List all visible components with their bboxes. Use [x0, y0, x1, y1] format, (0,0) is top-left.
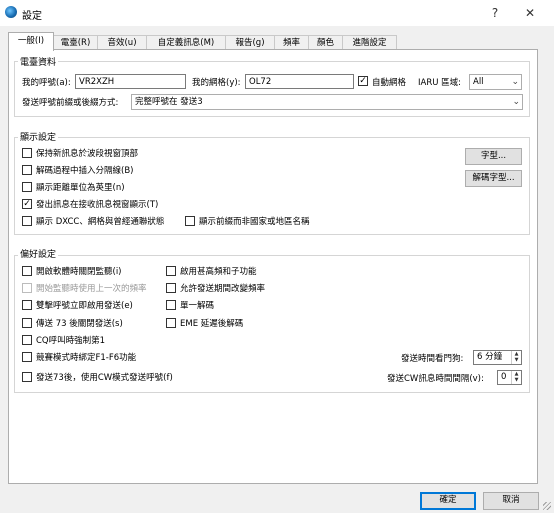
checkbox-last-freq [22, 283, 32, 293]
watchdog-spinbox[interactable]: 6 分鐘 ▲ ▼ [473, 350, 522, 365]
cw-id-label: 發送73後，使用CW模式發送呼號(f) [36, 373, 173, 383]
checkbox-eme-delay[interactable] [166, 318, 176, 328]
decode-font-button[interactable]: 解碼字型... [465, 170, 522, 187]
eme-delay-label: EME 延遲後解碼 [180, 319, 244, 329]
contest-keys-label: 競賽模式時綁定F1-F6功能 [36, 353, 137, 363]
tab-tx-macros[interactable]: 自定義訊息(M) [146, 35, 226, 50]
cancel-button[interactable]: 取消 [483, 492, 539, 510]
tab-frequencies[interactable]: 頻率 [274, 35, 309, 50]
app-globe-icon [5, 6, 17, 18]
chevron-down-icon: ⌄ [511, 77, 519, 87]
allow-qsy-label: 允許發送期間改變頻率 [180, 284, 266, 294]
checkbox-tx-messages[interactable]: ✓ [22, 199, 32, 209]
checkbox-allow-qsy[interactable] [166, 283, 176, 293]
callsign-input[interactable]: VR2XZH [75, 74, 186, 89]
title-bar: 設定 ? ✕ [0, 0, 554, 26]
last-freq-label: 開始監聽時使用上一次的頻率 [36, 284, 147, 294]
checkbox-double-click[interactable] [22, 300, 32, 310]
ok-button[interactable]: 確定 [420, 492, 476, 510]
tab-audio[interactable]: 音效(u) [97, 35, 147, 50]
auto-grid-checkbox[interactable]: ✓ [358, 76, 368, 86]
prefix-value: 完整呼號在 發送3 [135, 97, 203, 107]
checkbox-keep-top[interactable] [22, 148, 32, 158]
checkbox-disable-73[interactable] [22, 318, 32, 328]
tab-colors[interactable]: 顏色 [308, 35, 343, 50]
double-click-label: 雙擊呼號立即啟用發送(e) [36, 301, 133, 311]
checkbox-dxcc[interactable] [22, 216, 32, 226]
resize-grip-icon[interactable] [543, 502, 551, 510]
checkbox-single-decode[interactable] [166, 300, 176, 310]
window-title: 設定 [22, 11, 42, 22]
grid-label: 我的網格(y): [192, 78, 241, 88]
auto-grid-label: 自動網格 [372, 78, 407, 88]
station-group-title: 電臺資料 [18, 55, 59, 68]
close-button[interactable]: ✕ [520, 3, 540, 23]
watchdog-label: 發送時間看門狗: [401, 354, 464, 364]
spin-arrows-icon[interactable]: ▲ ▼ [511, 351, 521, 364]
prefix-select[interactable]: 完整呼號在 發送3 ⌄ [131, 94, 523, 110]
iaru-label: IARU 區域: [418, 78, 462, 88]
miles-label: 顯示距離單位為英里(n) [36, 183, 125, 193]
dxcc-label: 顯示 DXCC、網格與曾經通聯狀態 [36, 217, 165, 227]
monitor-off-label: 開啟軟體時關閉監聽(i) [36, 267, 122, 277]
checkbox-vhf[interactable] [166, 266, 176, 276]
tab-advanced[interactable]: 進階設定 [342, 35, 397, 50]
cw-interval-label: 發送CW訊息時間間隔(v): [387, 374, 484, 384]
cq-first-label: CQ呼叫時強制第1 [36, 336, 106, 346]
prefs-group-title: 偏好設定 [18, 247, 59, 260]
vhf-label: 啟用甚高頻和子功能 [180, 267, 257, 277]
tab-general[interactable]: 一般(I) [8, 32, 54, 51]
prefix-label: 發送呼號前綴或後綴方式: [22, 98, 119, 108]
grid-input[interactable]: OL72 [245, 74, 354, 89]
iaru-value: All [473, 77, 484, 87]
spin-arrows-icon[interactable]: ▲ ▼ [511, 371, 521, 384]
prefix-display-label: 顯示前綴而非國家或地區名稱 [199, 217, 310, 227]
keep-top-label: 保持新訊息於波段視窗頂部 [36, 149, 139, 159]
watchdog-value: 6 分鐘 [477, 352, 503, 362]
cw-interval-spinbox[interactable]: 0 ▲ ▼ [497, 370, 522, 385]
tab-reporting[interactable]: 報告(g) [225, 35, 275, 50]
checkbox-cw-id[interactable] [22, 372, 32, 382]
chevron-down-icon: ⌄ [512, 97, 520, 107]
display-group-title: 顯示設定 [18, 130, 59, 143]
checkbox-contest-keys[interactable] [22, 352, 32, 362]
cw-interval-value: 0 [501, 372, 507, 382]
checkbox-miles[interactable] [22, 182, 32, 192]
checkbox-monitor-off[interactable] [22, 266, 32, 276]
disable-73-label: 傳送 73 後關閉發送(s) [36, 319, 123, 329]
iaru-select[interactable]: All ⌄ [469, 74, 522, 90]
help-button[interactable]: ? [485, 3, 505, 23]
checkbox-prefix-display[interactable] [185, 216, 195, 226]
checkbox-separator[interactable] [22, 165, 32, 175]
tx-messages-label: 發出訊息在接收訊息視窗顯示(T) [36, 200, 159, 210]
font-button[interactable]: 字型... [465, 148, 522, 165]
checkbox-cq-first[interactable] [22, 335, 32, 345]
callsign-label: 我的呼號(a): [22, 78, 71, 88]
separator-label: 解碼過程中插入分隔線(B) [36, 166, 134, 176]
tab-radio[interactable]: 電臺(R) [53, 35, 98, 50]
single-decode-label: 單一解碼 [180, 301, 215, 311]
